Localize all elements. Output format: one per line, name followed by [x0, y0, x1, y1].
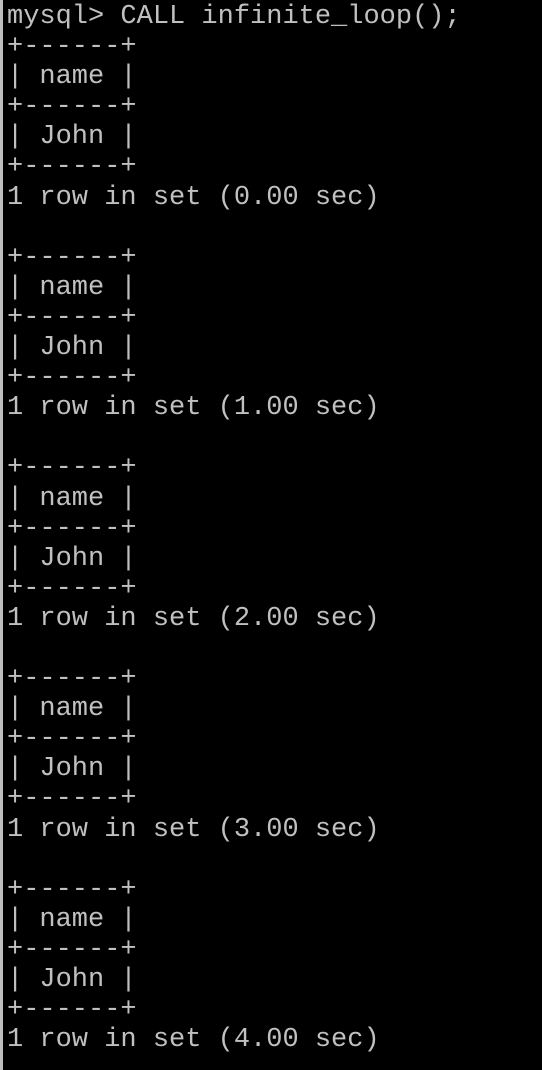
table-top-border: +------+	[7, 242, 137, 273]
table-data-row: | John |	[7, 122, 137, 153]
result-footer: 1 row in set (1.00 sec)	[7, 393, 380, 424]
terminal-window[interactable]: mysql> CALL infinite_loop(); +------+ | …	[0, 0, 542, 1070]
table-header-border: +------+	[7, 513, 137, 544]
table-bottom-border: +------+	[7, 152, 137, 183]
result-block: +------+ | name | +------+ | John | +---…	[7, 32, 542, 243]
table-data-row: | John |	[7, 543, 137, 574]
result-footer: 1 row in set (4.00 sec)	[7, 1025, 380, 1056]
result-footer: 1 row in set (0.00 sec)	[7, 182, 380, 213]
result-block: +------+ | name | +------+ | John | +---…	[7, 875, 542, 1056]
table-top-border: +------+	[7, 32, 137, 63]
table-header-row: | name |	[7, 483, 137, 514]
table-header-border: +------+	[7, 724, 137, 755]
result-footer: 1 row in set (2.00 sec)	[7, 603, 380, 634]
table-top-border: +------+	[7, 453, 137, 484]
table-bottom-border: +------+	[7, 784, 137, 815]
table-header-border: +------+	[7, 934, 137, 965]
result-footer: 1 row in set (3.00 sec)	[7, 814, 380, 845]
table-header-row: | name |	[7, 62, 137, 93]
command-prompt-line: mysql> CALL infinite_loop();	[7, 2, 461, 32]
table-data-row: | John |	[7, 965, 137, 995]
result-block: +------+ | name | +------+ | John | +---…	[7, 243, 542, 454]
table-data-row: | John |	[7, 754, 137, 785]
result-block: +------+ | name | +------+ | John | +---…	[7, 453, 542, 664]
table-top-border: +------+	[7, 664, 137, 695]
result-block: +------+ | name | +------+ | John | +---…	[7, 664, 542, 875]
table-header-row: | name |	[7, 272, 137, 303]
table-bottom-border: +------+	[7, 995, 137, 1026]
table-header-border: +------+	[7, 302, 137, 333]
table-bottom-border: +------+	[7, 363, 137, 394]
table-data-row: | John |	[7, 333, 137, 364]
table-header-border: +------+	[7, 92, 137, 123]
table-bottom-border: +------+	[7, 573, 137, 604]
table-header-row: | name |	[7, 694, 137, 725]
table-header-row: | name |	[7, 904, 137, 935]
table-top-border: +------+	[7, 874, 137, 905]
